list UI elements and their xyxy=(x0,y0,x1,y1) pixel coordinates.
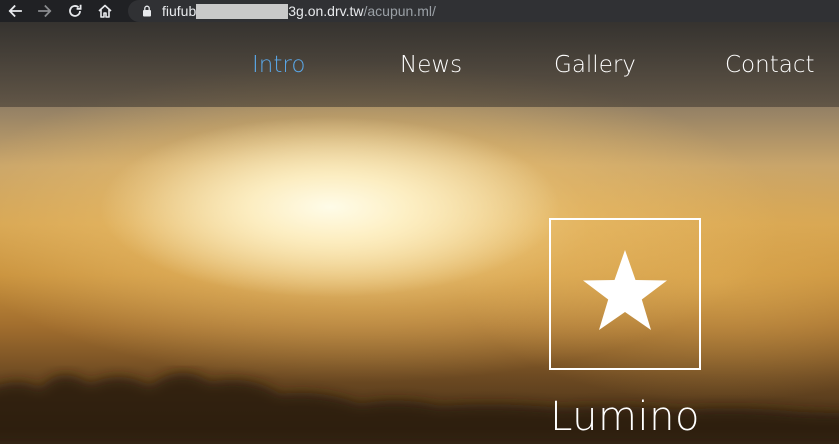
star-icon xyxy=(583,250,667,330)
home-button[interactable] xyxy=(90,0,120,22)
hero-section: Intro News Gallery Contact Lumino xyxy=(0,22,839,444)
nav-intro[interactable]: Intro xyxy=(252,22,305,107)
lock-icon xyxy=(143,5,151,17)
forward-button[interactable] xyxy=(30,0,60,22)
reload-icon xyxy=(69,4,82,17)
nav-news[interactable]: News xyxy=(400,22,462,107)
site-title: Lumino xyxy=(550,394,700,440)
reload-button[interactable] xyxy=(60,0,90,22)
arrow-left-icon xyxy=(8,4,22,18)
url-text: fiufub 3g.on.drv.tw /acupun.ml/ xyxy=(162,3,436,19)
browser-toolbar: fiufub 3g.on.drv.tw /acupun.ml/ xyxy=(0,0,839,22)
url-prefix: fiufub xyxy=(162,3,197,19)
back-button[interactable] xyxy=(0,0,30,22)
nav-contact[interactable]: Contact xyxy=(725,22,814,107)
logo-box xyxy=(549,218,701,370)
arrow-right-icon xyxy=(38,4,52,18)
nav-gallery[interactable]: Gallery xyxy=(554,22,636,107)
redacted-region xyxy=(196,3,289,19)
url-host: 3g.on.drv.tw xyxy=(288,3,364,19)
address-bar[interactable]: fiufub 3g.on.drv.tw /acupun.ml/ xyxy=(128,0,839,22)
home-icon xyxy=(98,4,112,18)
url-path: /acupun.ml/ xyxy=(363,3,436,19)
